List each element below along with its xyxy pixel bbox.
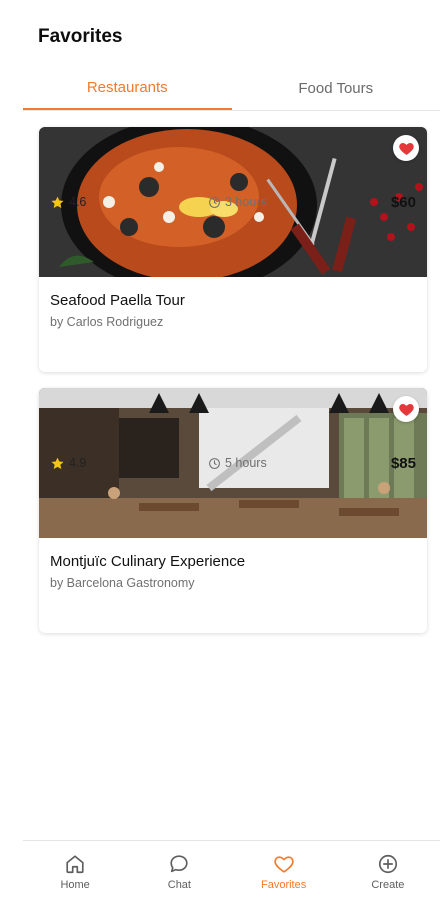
star-icon — [51, 196, 64, 208]
duration-value: 5 hours — [225, 456, 267, 470]
card-meta: 4.6 3 hours $60 — [50, 192, 416, 212]
rating-value: 4.6 — [69, 195, 87, 209]
card-meta: 4.9 5 hours $85 — [50, 453, 416, 473]
nav-create[interactable]: Create — [336, 841, 440, 901]
home-icon — [66, 855, 84, 874]
clock-icon — [209, 196, 220, 208]
nav-chat[interactable]: Chat — [127, 841, 231, 901]
rating: 4.9 — [50, 456, 208, 471]
favorite-toggle-button[interactable] — [393, 135, 419, 161]
tab-food-tours[interactable]: Food Tours — [232, 66, 440, 110]
nav-label: Chat — [167, 879, 191, 891]
bottom-nav: Home Chat Favorites Create — [23, 840, 440, 901]
card-author: by Carlos Rodriguez — [50, 315, 164, 329]
price: $85 — [390, 454, 416, 472]
plus-circle-icon — [378, 854, 397, 874]
card-title: Seafood Paella Tour — [50, 292, 185, 309]
nav-favorites[interactable]: Favorites — [232, 841, 336, 901]
star-icon — [51, 457, 64, 469]
tab-restaurants[interactable]: Restaurants — [23, 66, 232, 110]
tab-bar: Restaurants Food Tours — [23, 66, 440, 111]
heart-icon — [398, 403, 414, 416]
page-title: Favorites — [38, 26, 123, 47]
heart-icon — [273, 856, 294, 873]
card-body: Seafood Paella Tour by Carlos Rodriguez — [39, 277, 427, 329]
nav-home[interactable]: Home — [23, 841, 127, 901]
price: $60 — [390, 193, 416, 211]
card-body: Montjuïc Culinary Experience by Barcelon… — [39, 538, 427, 590]
nav-label: Create — [371, 879, 405, 891]
rating: 4.6 — [50, 195, 208, 210]
duration: 3 hours — [208, 195, 391, 209]
nav-label: Home — [60, 879, 90, 891]
duration-value: 3 hours — [225, 195, 267, 209]
card-author: by Barcelona Gastronomy — [50, 576, 195, 590]
header: Favorites — [38, 26, 122, 48]
nav-label: Favorites — [261, 879, 307, 891]
favorite-card[interactable]: Montjuïc Culinary Experience by Barcelon… — [39, 388, 427, 633]
card-title: Montjuïc Culinary Experience — [50, 553, 246, 570]
favorite-toggle-button[interactable] — [393, 396, 419, 422]
duration: 5 hours — [208, 456, 391, 470]
favorite-card[interactable]: Seafood Paella Tour by Carlos Rodriguez … — [39, 127, 427, 372]
chat-icon — [170, 855, 188, 873]
rating-value: 4.9 — [69, 456, 87, 470]
heart-icon — [398, 142, 414, 155]
clock-icon — [209, 457, 220, 469]
